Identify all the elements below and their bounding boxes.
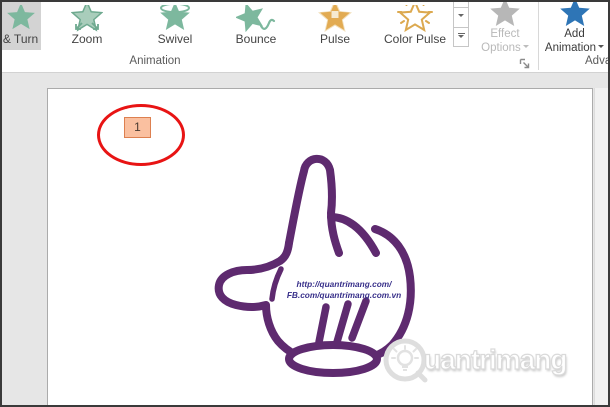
hand-url-text-line2: FB.com/quantrimang.com.vn (287, 290, 401, 300)
gallery-more-icon (457, 32, 465, 42)
dropdown-arrow-icon (598, 44, 605, 51)
dropdown-arrow-icon (522, 44, 529, 51)
gallery-more-button[interactable] (454, 26, 468, 47)
add-animation-label-line1: Add (564, 28, 585, 40)
watermark-quantrimang: uantrimang (380, 334, 568, 386)
green-star-zoom-icon (41, 5, 133, 32)
hand-url-text-line1: http://quantrimang.com/ (297, 279, 394, 289)
animation-gallery-item-color-pulse[interactable]: Color Pulse (375, 0, 455, 50)
effect-options-label-line2: Options (481, 41, 521, 54)
animation-effects-gallery: & Turn Zoom Swivel Bounce Pulse Color Pu… (0, 0, 455, 50)
animation-gallery-item-label: Zoom (71, 32, 103, 46)
gold-star-colorpulse-icon (375, 5, 455, 32)
blue-star-icon (559, 0, 591, 28)
animation-gallery-item-bounce[interactable]: Bounce (217, 0, 295, 50)
animation-dialog-launcher-icon[interactable] (518, 57, 531, 70)
animation-gallery-item-grow-turn[interactable]: & Turn (0, 0, 41, 50)
effect-options-label-line1: Effect (490, 28, 520, 40)
group-separator (538, 0, 539, 70)
ribbon-animation-tab: & Turn Zoom Swivel Bounce Pulse Color Pu… (0, 0, 610, 73)
vertical-scrollbar[interactable] (594, 88, 610, 407)
gray-star-icon (489, 0, 521, 28)
animation-gallery-item-label: & Turn (2, 32, 39, 46)
animation-gallery-item-swivel[interactable]: Swivel (133, 0, 217, 50)
animation-gallery-item-label: Pulse (319, 32, 351, 46)
chevron-down-icon (458, 14, 464, 20)
animation-group-label: Animation (129, 55, 181, 67)
green-star-bounce-icon (217, 5, 295, 32)
animation-gallery-item-label: Color Pulse (383, 32, 447, 46)
gold-star-pulse-icon (295, 5, 375, 32)
gallery-scroll-down-button[interactable] (454, 7, 468, 27)
advanced-animation-group-label: Adva (585, 55, 610, 67)
slide-canvas[interactable]: 1 http://quantrimang.com/ FB.com/quantri… (47, 88, 593, 407)
add-animation-label-line2: Animation (544, 41, 597, 54)
animation-gallery-item-zoom[interactable]: Zoom (41, 0, 133, 50)
powerpoint-window: & Turn Zoom Swivel Bounce Pulse Color Pu… (0, 0, 610, 407)
green-star-icon (0, 5, 41, 32)
animation-number-badge[interactable]: 1 (124, 117, 151, 138)
gallery-scrollbar (453, 0, 469, 47)
animation-gallery-item-pulse[interactable]: Pulse (295, 0, 375, 50)
watermark-q-lightbulb-icon (383, 338, 428, 383)
green-star-swivel-icon (133, 5, 217, 32)
editing-canvas: 1 http://quantrimang.com/ FB.com/quantri… (0, 73, 610, 407)
animation-gallery-item-label: Swivel (157, 32, 193, 46)
watermark-letters: uantrimang (423, 343, 568, 375)
animation-gallery-item-label: Bounce (235, 32, 277, 46)
